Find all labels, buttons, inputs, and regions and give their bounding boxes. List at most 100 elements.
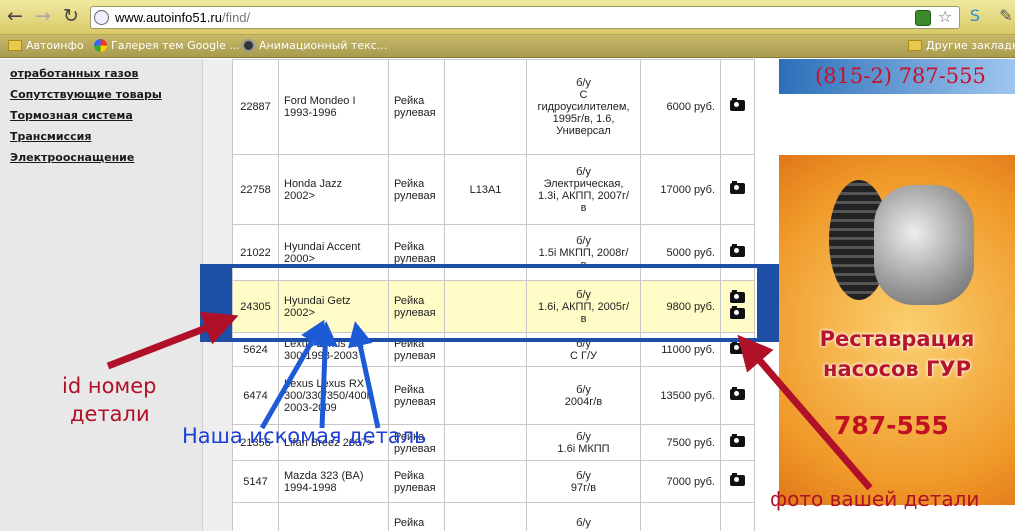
cell-model-line: Hyundai Accent [284, 240, 361, 253]
table-row[interactable]: 22887 Ford Mondeo I 1993-1996 Рейка рулевая б… [232, 59, 755, 155]
cell-photo [720, 366, 755, 425]
cell-price: 7000 руб. [640, 460, 721, 503]
cell-description-line: Универсал [556, 125, 611, 137]
cell-part: Рейка рулевая [388, 460, 445, 503]
cell-model-line: Ford Mondeo I [284, 95, 356, 107]
other-bookmarks[interactable]: Другие закладки [908, 39, 1015, 52]
pump-image [874, 185, 974, 305]
pump-ad-banner[interactable]: Реставрация насосов ГУР 787-555 [779, 155, 1015, 505]
phone-number: (815-2) 787-555 [815, 64, 986, 88]
cell-description: б/у 2004г/в [526, 366, 641, 425]
cell-part-line: рулевая [394, 107, 436, 119]
table-row[interactable]: 22758 Honda Jazz 2002> Рейка рулевая L13A1 б/у… [232, 154, 755, 225]
cell-description-line: б/у [576, 469, 591, 482]
cell-part-line: рулевая [394, 481, 436, 494]
address-bar[interactable]: www.autoinfo51.ru/find/ ☆ [90, 6, 960, 29]
sidebar-item-accessories[interactable]: Сопутствующие товары [10, 88, 162, 101]
cell-id: 6474 [232, 366, 279, 425]
cell-code [444, 460, 527, 503]
bookmark-item[interactable]: Автоинфо [8, 39, 84, 52]
cell-model: Lexus Lexus RX 300/330/350/400h 2003-2009 [278, 366, 389, 425]
cell-price: 17000 руб. [640, 154, 721, 225]
id-annotation-line: id номер [62, 374, 157, 398]
cell-description-line: 1.3i, АКПП, 2007г/ [537, 189, 630, 202]
cell-part: Рейка рулевая [388, 366, 445, 425]
table-row[interactable]: Рейка б/у [232, 502, 755, 531]
highlight-frame [205, 264, 775, 342]
sidebar-item-transmission[interactable]: Трансмиссия [10, 130, 91, 143]
cell-description-line: б/у [576, 430, 591, 443]
cell-part-line: Рейка [394, 469, 425, 482]
cell-description-line: гидроусилителем, [537, 101, 630, 113]
cell-description-line: б/у [576, 383, 591, 396]
site-icon [242, 39, 255, 52]
cell-model: Ford Mondeo I 1993-1996 [278, 59, 389, 155]
star-icon[interactable]: ☆ [937, 9, 953, 26]
camera-icon[interactable] [730, 98, 745, 111]
cell-description-line: 1995г/в, 1.6, [552, 113, 615, 125]
sidebar-item-exhaust[interactable]: отработанных газов [10, 67, 138, 80]
folder-icon [908, 40, 922, 51]
bookmark-item[interactable]: Галерея тем Google ... [94, 39, 240, 52]
cell-part-line: Рейка [394, 240, 425, 253]
extension-icon[interactable] [915, 10, 931, 26]
cell-model-line: 300/330/350/400h [284, 389, 373, 402]
cell-part: Рейка [388, 502, 445, 531]
cell-model: Mazda 323 (BA) 1994-1998 [278, 460, 389, 503]
cell-part: Рейка рулевая [388, 59, 445, 155]
camera-icon[interactable] [730, 180, 745, 194]
cell-description: б/у [526, 502, 641, 531]
cell-description-line: б/у [576, 234, 591, 247]
cell-model-line: 1993-1996 [284, 107, 337, 119]
skype-icon[interactable]: S [966, 7, 984, 25]
sidebar-item-brakes[interactable]: Тормозная система [10, 109, 133, 122]
sidebar-item-electrics[interactable]: Электрооснащение [10, 151, 134, 164]
cell-price: 13500 руб. [640, 366, 721, 425]
bookmark-item[interactable]: Анимационный текс... [242, 39, 387, 52]
table-row[interactable]: 5147 Mazda 323 (BA) 1994-1998 Рейка рулевая б… [232, 460, 755, 503]
camera-icon[interactable] [730, 472, 745, 486]
cell-description-line: С Г/У [569, 349, 597, 362]
cell-model: Honda Jazz 2002> [278, 154, 389, 225]
back-icon[interactable]: ← [4, 5, 26, 29]
cell-description: б/у Сгидроусилителем, 1995г/в, 1.6, Универс… [526, 59, 641, 155]
phone-banner[interactable]: (815-2) 787-555 [779, 59, 1015, 94]
cell-code: L13A1 [444, 154, 527, 225]
cell-part-line: Рейка [394, 95, 425, 107]
cell-part-line: рулевая [394, 189, 436, 202]
camera-icon[interactable] [730, 243, 745, 257]
camera-icon[interactable] [730, 386, 745, 400]
cell-model-line: 300 1998-2003 [284, 349, 359, 362]
cell-description-line: б/у [576, 165, 591, 178]
cell-code [444, 366, 527, 425]
cell-photo [720, 460, 755, 503]
google-icon [94, 39, 107, 52]
reload-icon[interactable]: ↻ [60, 5, 82, 29]
cell-id: 22887 [232, 59, 279, 155]
cell-part-line: рулевая [394, 395, 436, 408]
photo-annotation: фото вашей детали [770, 487, 980, 511]
ad-headline-1: Реставрация [819, 327, 975, 351]
cell-description-line: в [580, 201, 587, 214]
cell-model-line: 1994-1998 [284, 481, 337, 494]
cell-photo [720, 59, 755, 155]
camera-icon[interactable] [730, 433, 745, 447]
wrench-icon[interactable]: ✎ [997, 7, 1015, 25]
camera-icon[interactable] [730, 340, 745, 354]
cell-description-line: б/у [576, 77, 591, 89]
forward-icon[interactable]: → [32, 5, 54, 29]
table-row[interactable]: 6474 Lexus Lexus RX 300/330/350/400h 2003-2… [232, 366, 755, 425]
browser-window: ← → ↻ www.autoinfo51.ru/find/ ☆ S ✎ Авто… [0, 0, 1015, 531]
cell-id: 5147 [232, 460, 279, 503]
cell-description-line: Электрическая, [543, 177, 624, 190]
cell-description-line: б/у [576, 516, 591, 529]
url-host: www.autoinfo51.ru [115, 10, 222, 25]
cell-model-line: Honda Jazz [284, 177, 343, 190]
cell-model [278, 502, 389, 531]
cell-model-line: 2002> [284, 189, 315, 202]
folder-icon [8, 40, 22, 51]
cell-photo [720, 502, 755, 531]
cell-part: Рейка рулевая [388, 154, 445, 225]
cell-price: 6000 руб. [640, 59, 721, 155]
cell-part-line: Рейка [394, 516, 425, 529]
